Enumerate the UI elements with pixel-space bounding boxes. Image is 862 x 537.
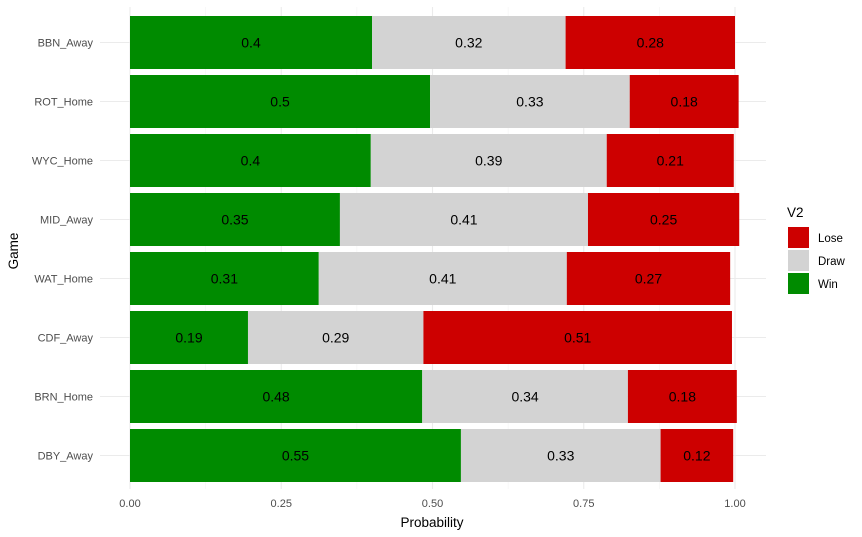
bar-value-label: 0.12	[683, 448, 710, 464]
x-axis: 0.00 0.25 0.50 0.75 1.00	[119, 498, 745, 510]
bar-value-label: 0.5	[270, 94, 290, 110]
x-tick-label: 0.50	[422, 498, 443, 510]
bar-value-label: 0.4	[241, 35, 261, 51]
legend-swatch-lose	[788, 227, 809, 248]
legend-label-draw: Draw	[818, 256, 846, 268]
x-tick-label: 1.00	[724, 498, 745, 510]
y-tick-label: WYC_Home	[32, 156, 93, 168]
bar-value-label: 0.48	[262, 389, 289, 405]
bar-value-label: 0.34	[511, 389, 538, 405]
stacked-bar-chart: 0.4 0.32 0.28 0.5 0.33 0.18 0.4 0.39 0.21 0.35 0.4…	[6, 7, 846, 530]
y-axis: BBN_Away ROT_Home WYC_Home MID_Away WAT_Home…	[32, 38, 94, 463]
bar-value-label: 0.19	[175, 330, 202, 346]
legend: V2 Lose Draw Win	[787, 205, 846, 294]
x-tick-label: 0.00	[119, 498, 140, 510]
y-tick-label: BBN_Away	[38, 38, 94, 50]
y-tick-label: ROT_Home	[34, 97, 93, 109]
bar-value-label: 0.51	[564, 330, 591, 346]
bar-value-label: 0.32	[455, 35, 482, 51]
bars	[130, 16, 740, 482]
bar-value-label: 0.27	[635, 271, 662, 287]
bar-value-label: 0.41	[450, 212, 477, 228]
legend-swatch-draw	[788, 250, 809, 271]
bar-value-label: 0.33	[547, 448, 574, 464]
bar-value-label: 0.18	[671, 94, 698, 110]
bar-value-label: 0.39	[475, 153, 502, 169]
legend-label-lose: Lose	[818, 233, 843, 245]
bar-value-label: 0.41	[429, 271, 456, 287]
y-tick-label: DBY_Away	[38, 451, 94, 463]
bar-value-label: 0.33	[516, 94, 543, 110]
x-axis-title: Probability	[400, 515, 463, 530]
legend-swatch-win	[788, 273, 809, 294]
bar-value-label: 0.28	[637, 35, 664, 51]
bar-value-label: 0.4	[241, 153, 261, 169]
legend-title: V2	[787, 205, 804, 220]
y-tick-label: MID_Away	[40, 215, 93, 227]
x-tick-label: 0.25	[271, 498, 292, 510]
bar-value-label: 0.29	[322, 330, 349, 346]
y-tick-label: CDF_Away	[38, 333, 94, 345]
bar-value-label: 0.25	[650, 212, 677, 228]
bar-value-label: 0.18	[669, 389, 696, 405]
bar-value-label: 0.55	[282, 448, 309, 464]
y-tick-label: WAT_Home	[34, 274, 93, 286]
y-axis-title: Game	[6, 233, 21, 270]
x-tick-label: 0.75	[573, 498, 594, 510]
bar-value-label: 0.35	[221, 212, 248, 228]
legend-label-win: Win	[818, 279, 838, 291]
y-tick-label: BRN_Home	[34, 392, 93, 404]
bar-value-label: 0.21	[657, 153, 684, 169]
bar-value-label: 0.31	[211, 271, 238, 287]
